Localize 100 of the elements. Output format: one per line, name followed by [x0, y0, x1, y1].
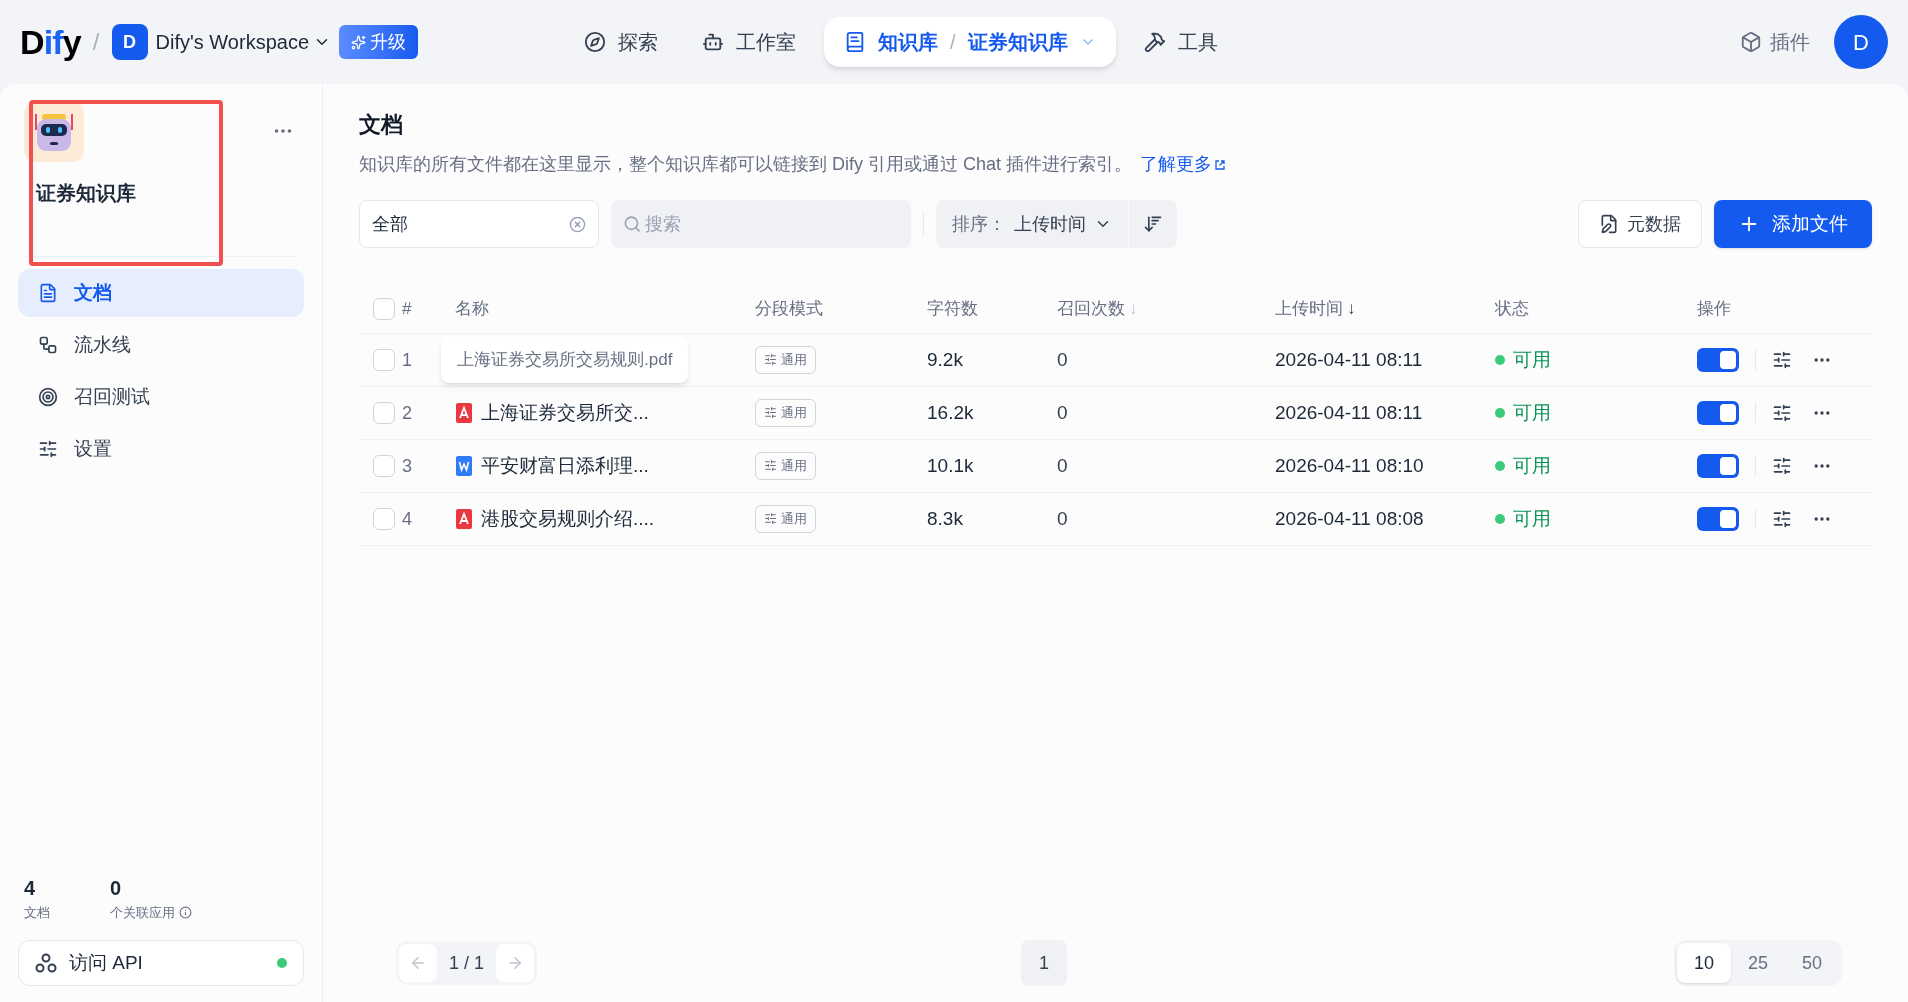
chunk-mode-tag: 通用: [755, 345, 816, 374]
edit-document-icon: [1599, 214, 1619, 234]
cube-icon: [1740, 31, 1762, 53]
char-count: 8.3k: [927, 506, 964, 531]
column-header: 上传时间: [1275, 297, 1343, 320]
user-avatar[interactable]: D: [1834, 15, 1888, 69]
stat-value: 0: [110, 875, 123, 901]
select-all-checkbox[interactable]: [373, 297, 395, 320]
learn-more-link[interactable]: 了解更多: [1140, 151, 1227, 178]
status-label: 可用: [1513, 400, 1551, 425]
nav-tab-active[interactable]: 知识库 / 证券知识库: [824, 17, 1116, 67]
info-icon[interactable]: [179, 905, 192, 919]
dify-logo[interactable]: Dify: [20, 16, 81, 68]
hammer-icon: [1143, 31, 1166, 53]
robot-icon: [702, 31, 725, 53]
stat-value: 4: [24, 875, 37, 901]
page-size-option[interactable]: 25: [1731, 943, 1785, 983]
enable-switch[interactable]: [1697, 454, 1739, 478]
sidebar-item[interactable]: 设置: [18, 425, 304, 473]
sidebar-item[interactable]: 文档: [18, 269, 304, 317]
column-header: 操作: [1697, 297, 1731, 320]
enable-switch[interactable]: [1697, 348, 1739, 372]
recall-count: 0: [1057, 400, 1069, 425]
column-header: 字符数: [927, 297, 978, 320]
nav-label[interactable]: 工作室: [736, 27, 797, 57]
row-checkbox[interactable]: [373, 402, 395, 424]
recall-count: 0: [1057, 506, 1069, 531]
document-name[interactable]: 平安财富日添利理...: [481, 451, 649, 481]
document-name[interactable]: 港股交易规则介绍....: [481, 504, 655, 534]
plugins-button[interactable]: 插件: [1740, 27, 1810, 57]
column-header: #: [402, 297, 412, 320]
sliders-icon: [764, 512, 777, 525]
clear-icon[interactable]: [569, 215, 586, 233]
nav-label[interactable]: 工具: [1177, 27, 1218, 57]
api-label[interactable]: 访问 API: [69, 948, 143, 978]
document-name[interactable]: 上海证券交易所交...: [481, 398, 649, 428]
row-index: 2: [402, 401, 413, 425]
dataset-switcher[interactable]: 证券知识库: [967, 27, 1068, 57]
page-indicator: 1 / 1: [448, 951, 486, 975]
nav-tab[interactable]: 探索: [568, 17, 675, 67]
enable-switch[interactable]: [1697, 401, 1739, 425]
pdf-file-icon: [455, 403, 473, 423]
robot-avatar: [24, 102, 84, 162]
nav-tab[interactable]: 工具: [1127, 17, 1234, 67]
document-icon: [38, 283, 58, 303]
filename-tooltip: 上海证券交易所交易规则.pdf: [441, 337, 689, 383]
api-access-button[interactable]: 访问 API: [18, 940, 304, 986]
upload-time: 2026-04-11 08:08: [1275, 506, 1425, 531]
row-checkbox[interactable]: [373, 455, 395, 477]
workspace-switcher[interactable]: Dify's Workspace: [155, 27, 332, 57]
enable-switch[interactable]: [1697, 507, 1739, 531]
row-checkbox[interactable]: [373, 508, 395, 530]
char-count: 10.1k: [927, 453, 975, 478]
external-link-icon: [1214, 158, 1227, 171]
add-file-button[interactable]: 添加文件: [1714, 200, 1872, 248]
status-label: 可用: [1513, 506, 1551, 531]
chunk-mode-tag: 通用: [755, 504, 816, 533]
nav-tab[interactable]: 工作室: [686, 17, 813, 67]
page-title: 文档: [359, 111, 404, 139]
filter-select[interactable]: 全部: [359, 200, 599, 248]
row-index: 3: [402, 454, 413, 478]
sidebar-item[interactable]: 流水线: [18, 321, 304, 369]
search-field[interactable]: 搜索: [611, 200, 911, 248]
nav-label[interactable]: 知识库: [878, 27, 939, 57]
chunk-mode-tag: 通用: [755, 451, 816, 480]
upgrade-button[interactable]: 升级: [339, 25, 419, 59]
breadcrumb-separator: /: [92, 27, 100, 57]
sort-order-button[interactable]: [1129, 200, 1177, 248]
settings-icon[interactable]: [1772, 456, 1792, 476]
search-input[interactable]: 搜索: [645, 210, 899, 238]
metadata-button[interactable]: 元数据: [1578, 200, 1702, 248]
page-number-button[interactable]: 1: [1021, 940, 1068, 986]
settings-icon[interactable]: [1772, 403, 1792, 423]
sliders-icon: [764, 406, 777, 419]
upload-time: 2026-04-11 08:11: [1275, 400, 1424, 425]
settings-icon[interactable]: [1772, 509, 1792, 529]
status-label: 可用: [1513, 453, 1551, 478]
word-file-icon: [455, 456, 473, 476]
search-icon: [623, 214, 642, 234]
sort-arrow[interactable]: ↓: [1347, 295, 1356, 322]
column-header: 状态: [1495, 297, 1529, 320]
page-size-option[interactable]: 50: [1785, 943, 1839, 983]
page-description: 知识库的所有文件都在这里显示，整个知识库都可以链接到 Dify 引用或通过 Chat 插件进行索引。: [359, 153, 1133, 176]
recall-count: 0: [1057, 347, 1069, 372]
workspace-avatar: D: [111, 24, 148, 60]
char-count: 16.2k: [927, 400, 975, 425]
sliders-icon: [764, 353, 777, 366]
pdf-file-icon: [455, 509, 473, 529]
page-size-option[interactable]: 10: [1677, 943, 1731, 983]
compass-icon: [584, 31, 607, 53]
upload-time: 2026-04-11 08:10: [1275, 453, 1425, 478]
status-label: 可用: [1513, 347, 1551, 372]
settings-icon[interactable]: [1772, 350, 1792, 370]
sidebar-item[interactable]: 召回测试: [18, 373, 304, 421]
row-checkbox[interactable]: [373, 349, 395, 371]
target-icon: [38, 387, 58, 407]
nav-label[interactable]: 探索: [618, 27, 659, 57]
sort-select[interactable]: 排序： 上传时间: [936, 200, 1128, 248]
settings-icon: [38, 439, 58, 459]
sliders-icon: [764, 459, 777, 472]
